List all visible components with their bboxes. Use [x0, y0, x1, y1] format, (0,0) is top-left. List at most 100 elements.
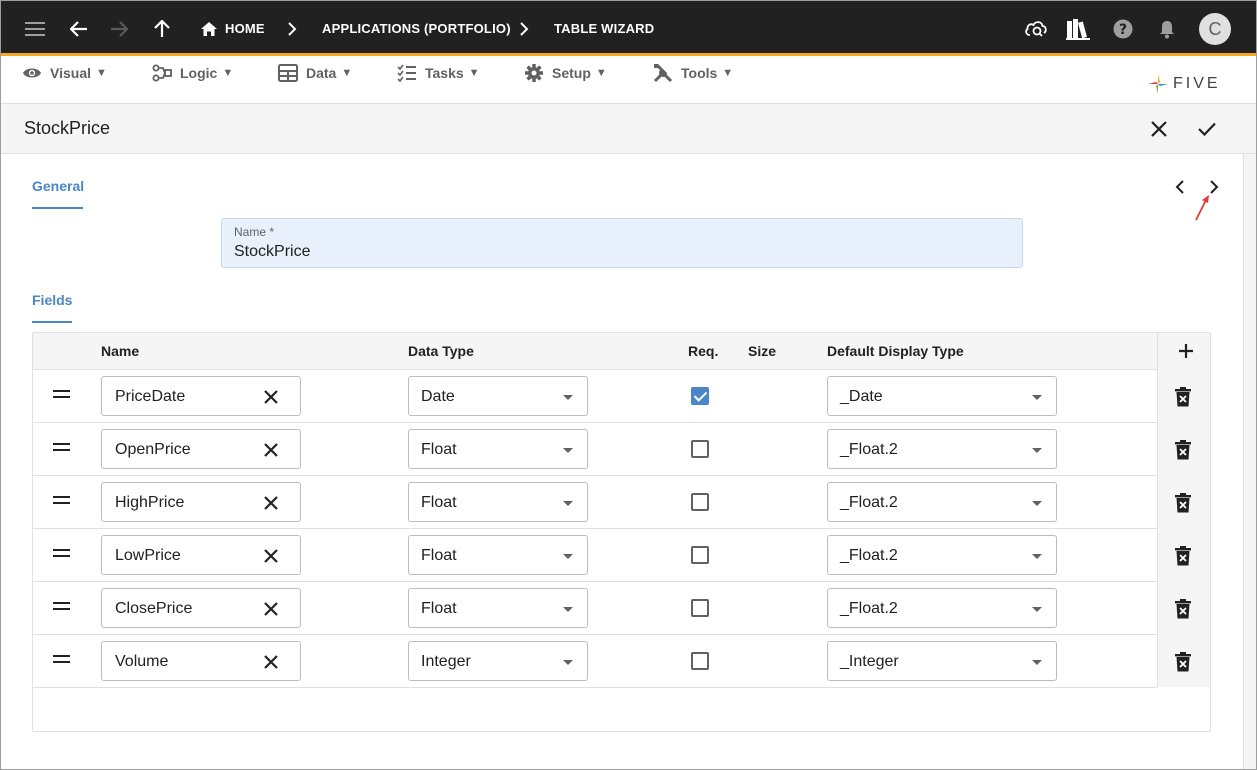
required-checkbox[interactable] [691, 387, 709, 405]
forward-icon[interactable] [101, 1, 137, 56]
trash-icon [1175, 652, 1191, 672]
field-name-input[interactable]: HighPrice [101, 482, 301, 522]
menu-tasks-label: Tasks [425, 65, 464, 81]
close-icon [1151, 121, 1167, 137]
menu-data[interactable]: Data ▼ [278, 56, 352, 90]
display-type-select[interactable]: _Integer [827, 641, 1057, 681]
field-name-input[interactable]: PriceDate [101, 376, 301, 416]
drag-handle-icon[interactable] [53, 547, 71, 559]
dropdown-arrow-icon [563, 501, 573, 506]
form-header: StockPrice [1, 104, 1256, 154]
delete-row-button[interactable] [1173, 492, 1193, 514]
header-data-type: Data Type [408, 343, 474, 359]
drag-handle-icon[interactable] [53, 494, 71, 506]
home-icon[interactable] [191, 1, 227, 56]
name-field[interactable]: Name * StockPrice [221, 218, 1023, 268]
clear-icon[interactable] [262, 441, 280, 459]
previous-page-button[interactable] [1170, 177, 1190, 197]
delete-row-button[interactable] [1173, 545, 1193, 567]
dropdown-arrow-icon [563, 395, 573, 400]
tasks-icon [397, 64, 416, 82]
menu-tools[interactable]: Tools ▼ [653, 56, 733, 90]
drag-handle-icon[interactable] [53, 653, 71, 665]
cancel-button[interactable] [1146, 116, 1172, 142]
field-name-input[interactable]: ClosePrice [101, 588, 301, 628]
required-checkbox[interactable] [691, 652, 709, 670]
display-type-select[interactable]: _Float.2 [827, 429, 1057, 469]
display-type-value: _Date [840, 388, 883, 405]
data-type-select[interactable]: Float [408, 482, 588, 522]
trash-icon [1175, 599, 1191, 619]
back-icon[interactable] [61, 1, 97, 56]
clear-icon[interactable] [262, 388, 280, 406]
breadcrumb-home[interactable]: HOME [225, 1, 265, 56]
required-checkbox[interactable] [691, 493, 709, 511]
field-name-value[interactable]: ClosePrice [115, 600, 192, 618]
help-icon[interactable]: ? [1105, 1, 1141, 56]
required-checkbox[interactable] [691, 440, 709, 458]
breadcrumb-applications[interactable]: APPLICATIONS (PORTFOLIO) [322, 1, 511, 56]
display-type-value: _Float.2 [840, 600, 898, 617]
breadcrumb-table-wizard[interactable]: TABLE WIZARD [554, 1, 654, 56]
field-name-value[interactable]: PriceDate [115, 388, 185, 406]
avatar[interactable]: C [1199, 13, 1231, 45]
drag-handle-icon[interactable] [53, 441, 71, 453]
data-type-select[interactable]: Float [408, 535, 588, 575]
data-type-value: Float [421, 547, 457, 564]
field-name-input[interactable]: OpenPrice [101, 429, 301, 469]
delete-row-button[interactable] [1173, 386, 1193, 408]
clear-icon[interactable] [262, 653, 280, 671]
bell-icon[interactable] [1149, 1, 1185, 56]
menu-tasks[interactable]: Tasks ▼ [397, 56, 480, 90]
name-field-value[interactable]: StockPrice [234, 243, 310, 261]
save-button[interactable] [1194, 116, 1220, 142]
data-type-select[interactable]: Float [408, 588, 588, 628]
tab-fields[interactable]: Fields [32, 292, 72, 308]
menu-icon[interactable] [17, 1, 53, 56]
five-logo-icon [1148, 74, 1168, 94]
menu-logic[interactable]: Logic ▼ [152, 56, 233, 90]
delete-row-button[interactable] [1173, 651, 1193, 673]
table-row: Volume Integer _Integer [33, 635, 1157, 688]
clear-icon[interactable] [262, 600, 280, 618]
field-name-value[interactable]: Volume [115, 653, 168, 671]
data-type-select[interactable]: Float [408, 429, 588, 469]
field-name-input[interactable]: Volume [101, 641, 301, 681]
header-name: Name [101, 343, 140, 359]
tab-general[interactable]: General [32, 178, 84, 194]
menu-visual[interactable]: Visual ▼ [22, 56, 107, 90]
display-type-select[interactable]: _Float.2 [827, 535, 1057, 575]
required-checkbox[interactable] [691, 546, 709, 564]
data-type-select[interactable]: Integer [408, 641, 588, 681]
delete-row-button[interactable] [1173, 439, 1193, 461]
scrollbar[interactable] [1243, 154, 1256, 769]
data-type-value: Float [421, 441, 457, 458]
dropdown-arrow-icon [1032, 395, 1042, 400]
gear-icon [525, 64, 543, 82]
menu-setup[interactable]: Setup ▼ [524, 56, 607, 90]
field-name-input[interactable]: LowPrice [101, 535, 301, 575]
top-bar: HOME APPLICATIONS (PORTFOLIO) TABLE WIZA… [1, 1, 1256, 56]
field-name-value[interactable]: LowPrice [115, 547, 181, 565]
drag-handle-icon[interactable] [53, 388, 71, 400]
field-name-value[interactable]: HighPrice [115, 494, 184, 512]
form-title: StockPrice [24, 118, 111, 138]
cloud-search-icon[interactable] [1018, 1, 1054, 56]
clear-icon[interactable] [262, 547, 280, 565]
header-size: Size [748, 343, 777, 359]
dropdown-arrow-icon [563, 660, 573, 665]
field-name-value[interactable]: OpenPrice [115, 441, 191, 459]
display-type-select[interactable]: _Date [827, 376, 1057, 416]
five-logo: FIVE [1147, 73, 1221, 95]
required-checkbox[interactable] [691, 599, 709, 617]
clear-icon[interactable] [262, 494, 280, 512]
drag-handle-icon[interactable] [53, 600, 71, 612]
library-icon[interactable] [1060, 1, 1096, 56]
display-type-select[interactable]: _Float.2 [827, 482, 1057, 522]
dropdown-arrow-icon [1032, 607, 1042, 612]
data-type-select[interactable]: Date [408, 376, 588, 416]
delete-row-button[interactable] [1173, 598, 1193, 620]
display-type-select[interactable]: _Float.2 [827, 588, 1057, 628]
up-icon[interactable] [144, 1, 180, 56]
add-row-button[interactable] [1176, 341, 1196, 361]
